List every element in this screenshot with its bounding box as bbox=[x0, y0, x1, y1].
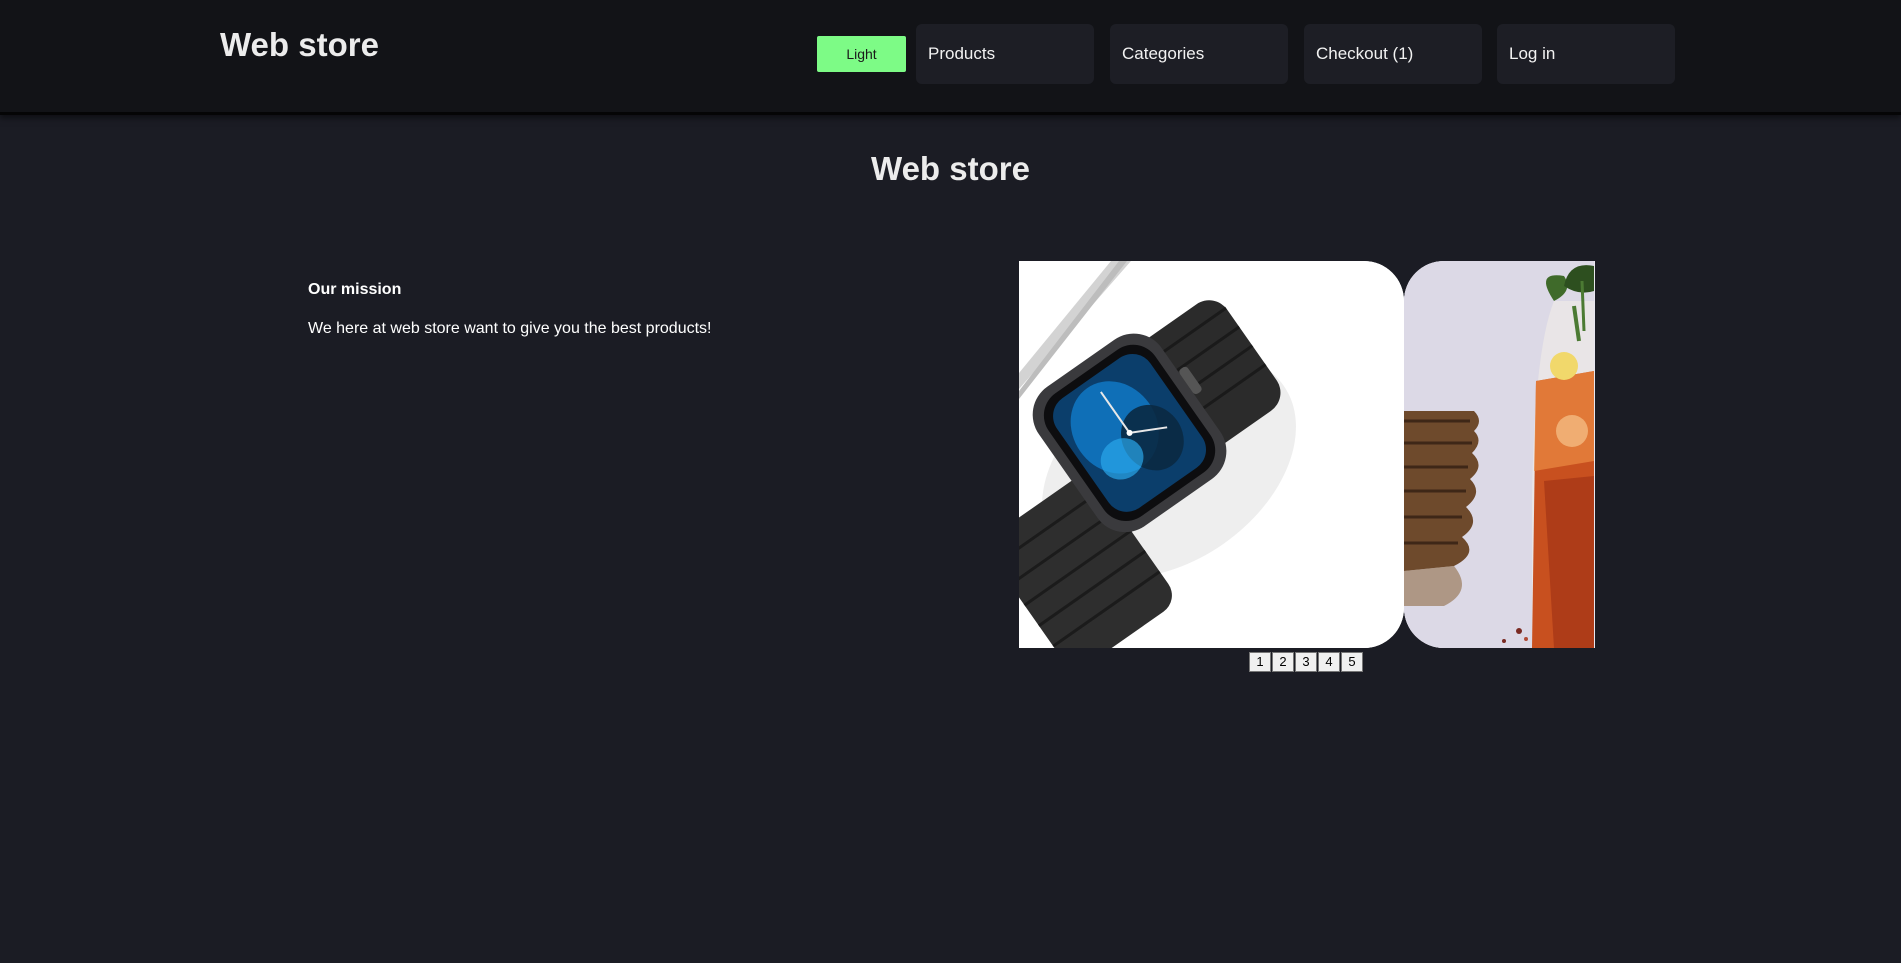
top-navigation-bar: Web store Light Products Categories Chec… bbox=[0, 0, 1901, 115]
iced-tea-image bbox=[1404, 261, 1595, 648]
carousel-page-1-button[interactable]: 1 bbox=[1249, 652, 1271, 672]
theme-toggle-button[interactable]: Light bbox=[817, 36, 906, 72]
nav-checkout-link[interactable]: Checkout (1) bbox=[1304, 24, 1482, 84]
carousel-page-3-button[interactable]: 3 bbox=[1295, 652, 1317, 672]
mission-heading: Our mission bbox=[308, 281, 402, 298]
carousel-page-4-button[interactable]: 4 bbox=[1318, 652, 1340, 672]
nav-categories-link[interactable]: Categories bbox=[1110, 24, 1288, 84]
carousel-page-2-button[interactable]: 2 bbox=[1272, 652, 1294, 672]
product-image-carousel[interactable] bbox=[1019, 261, 1595, 648]
brand-logo-text[interactable]: Web store bbox=[220, 26, 379, 64]
mission-text: We here at web store want to give you th… bbox=[308, 320, 712, 337]
smartwatch-image bbox=[1019, 261, 1404, 648]
nav-login-link[interactable]: Log in bbox=[1497, 24, 1675, 84]
carousel-page-5-button[interactable]: 5 bbox=[1341, 652, 1363, 672]
carousel-slide-watch bbox=[1019, 261, 1404, 648]
page-title: Web store bbox=[871, 150, 1030, 187]
carousel-slide-drink bbox=[1404, 261, 1595, 648]
nav-products-link[interactable]: Products bbox=[916, 24, 1094, 84]
carousel-pagination: 1 2 3 4 5 bbox=[1249, 652, 1363, 672]
